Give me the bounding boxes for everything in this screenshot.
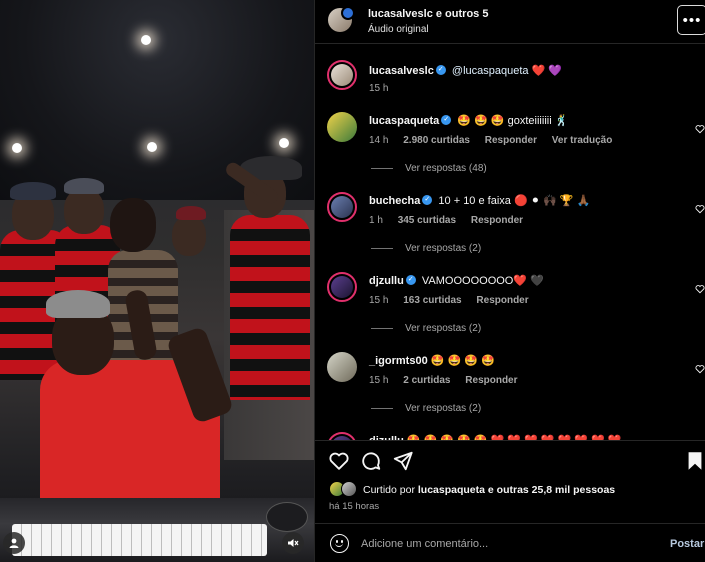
like-heart-icon[interactable] xyxy=(695,364,705,374)
ceiling-light xyxy=(12,143,22,153)
mouse xyxy=(266,502,308,532)
timestamp[interactable]: 15 h xyxy=(369,375,388,386)
likes-count[interactable]: 2 curtidas xyxy=(403,375,450,386)
like-heart-icon[interactable] xyxy=(328,450,350,472)
tagged-users-icon[interactable] xyxy=(3,532,25,554)
like-heart-icon[interactable] xyxy=(695,124,705,134)
view-replies-button[interactable]: Ver respostas (2) xyxy=(371,243,481,254)
username[interactable]: djzullu xyxy=(369,275,404,287)
user-avatar[interactable] xyxy=(327,432,357,440)
view-replies-label: Ver respostas (2) xyxy=(405,323,482,334)
comment-text: 🤩 🤩 🤩 goxteiiiiiii 🕺 xyxy=(457,115,569,127)
user-avatar[interactable] xyxy=(327,272,357,302)
reply-button[interactable]: Responder xyxy=(476,295,528,306)
timestamp[interactable]: 1 h xyxy=(369,215,383,226)
comment-item: _igormts00 🤩 🤩 🤩 🤩 15 h 2 curtidas Respo… xyxy=(315,352,705,432)
reply-button[interactable]: Responder xyxy=(485,135,537,146)
view-replies-button[interactable]: Ver respostas (48) xyxy=(371,163,487,174)
likes-others[interactable]: outras 25,8 mil pessoas xyxy=(497,484,615,496)
ceiling-light xyxy=(147,142,157,152)
like-heart-icon[interactable] xyxy=(695,204,705,214)
caption: lucasalveslc ✓ @lucaspaqueta ❤️ 💜 15 h xyxy=(315,60,705,112)
user-avatar[interactable] xyxy=(327,112,357,142)
comments-list[interactable]: lucasalveslc ✓ @lucaspaqueta ❤️ 💜 15 h lu… xyxy=(315,44,705,440)
timestamp[interactable]: 14 h xyxy=(369,135,388,146)
user-avatar[interactable] xyxy=(327,60,357,90)
username[interactable]: _igormts00 xyxy=(369,355,428,367)
timestamp[interactable]: 15 h xyxy=(369,295,388,306)
view-replies-button[interactable]: Ver respostas (2) xyxy=(371,403,481,414)
view-replies-label: Ver respostas (2) xyxy=(405,243,482,254)
reply-button[interactable]: Responder xyxy=(471,215,523,226)
post-timestamp[interactable]: há 15 horas xyxy=(329,501,379,512)
username[interactable]: buchecha xyxy=(369,195,420,207)
likes-connector: e xyxy=(487,484,494,496)
view-replies-label: Ver respostas (2) xyxy=(405,403,482,414)
emoji-icon[interactable] xyxy=(330,534,349,553)
action-bar xyxy=(315,440,705,478)
post-button[interactable]: Postar xyxy=(670,538,704,550)
mute-icon[interactable] xyxy=(282,532,304,554)
comment-text: 10 + 10 e faixa 🔴 ⚫ 🙌🏿 🏆 🙏🏾 xyxy=(438,195,591,207)
verified-icon: ✓ xyxy=(441,115,452,126)
caption-emojis: ❤️ 💜 xyxy=(531,65,563,77)
user-avatar[interactable] xyxy=(327,192,357,222)
post-authors[interactable]: lucasalveslc e outros 5 xyxy=(368,8,488,20)
likes-count[interactable]: 163 curtidas xyxy=(403,295,461,306)
replies-divider xyxy=(371,168,393,169)
verified-icon: ✓ xyxy=(405,275,416,286)
verified-icon: ✓ xyxy=(435,65,446,76)
replies-divider xyxy=(371,248,393,249)
ceiling-light xyxy=(279,138,289,148)
collab-avatar xyxy=(341,6,355,20)
keyboard xyxy=(12,524,267,556)
likes-count[interactable]: 345 curtidas xyxy=(398,215,456,226)
likes-prefix: Curtido por xyxy=(363,484,415,496)
share-send-icon[interactable] xyxy=(392,450,414,472)
username[interactable]: lucaspaqueta xyxy=(369,115,439,127)
user-avatar[interactable] xyxy=(327,352,357,382)
comment-item: lucaspaqueta ✓ 🤩 🤩 🤩 goxteiiiiiii 🕺 14 h … xyxy=(315,112,705,192)
like-heart-icon[interactable] xyxy=(695,284,705,294)
likes-count[interactable]: 2.980 curtidas xyxy=(403,135,470,146)
likes-text: Curtido por lucaspaqueta e outras 25,8 m… xyxy=(363,484,615,496)
translate-button[interactable]: Ver tradução xyxy=(552,135,613,146)
audio-link[interactable]: Áudio original xyxy=(368,24,429,35)
ceiling-light xyxy=(141,35,151,45)
comment-input[interactable] xyxy=(361,534,651,554)
replies-divider xyxy=(371,408,393,409)
comment-item: buchecha ✓ 10 + 10 e faixa 🔴 ⚫ 🙌🏿 🏆 🙏🏾 1 … xyxy=(315,192,705,272)
comment-item: djzullu ✓ VAMOOOOOOOO❤️ 🖤 15 h 163 curtid… xyxy=(315,272,705,352)
replies-divider xyxy=(371,328,393,329)
save-bookmark-icon[interactable] xyxy=(684,450,705,472)
comment-bubble-icon[interactable] xyxy=(360,450,382,472)
username[interactable]: lucasalveslc xyxy=(369,65,434,77)
verified-icon: ✓ xyxy=(422,195,433,206)
timestamp[interactable]: 15 h xyxy=(369,83,388,94)
comment-text: 🤩 🤩 🤩 🤩 xyxy=(430,355,495,367)
likes-summary[interactable]: Curtido por lucaspaqueta e outras 25,8 m… xyxy=(329,480,695,500)
video-player[interactable] xyxy=(0,0,314,562)
reply-button[interactable]: Responder xyxy=(465,375,517,386)
view-replies-label: Ver respostas (48) xyxy=(405,163,487,174)
view-replies-button[interactable]: Ver respostas (2) xyxy=(371,323,481,334)
mention-link[interactable]: @lucaspaqueta xyxy=(452,65,529,77)
liked-by-user[interactable]: lucaspaqueta xyxy=(418,484,485,496)
more-options-button[interactable]: ••• xyxy=(677,5,705,35)
post-panel: lucasalveslc e outros 5 Áudio original •… xyxy=(314,0,705,562)
comment-text: VAMOOOOOOOO❤️ 🖤 xyxy=(421,275,544,287)
liked-by-avatars xyxy=(329,481,359,499)
post-header: lucasalveslc e outros 5 Áudio original •… xyxy=(315,0,705,44)
comment-item: djzullu 🤩 🤩 🤩 🤩 🤩 ❤️ ❤️ ❤️ ❤️ ❤️ ❤️ ❤️ ❤… xyxy=(315,432,705,440)
add-comment-bar: Postar xyxy=(315,523,705,562)
